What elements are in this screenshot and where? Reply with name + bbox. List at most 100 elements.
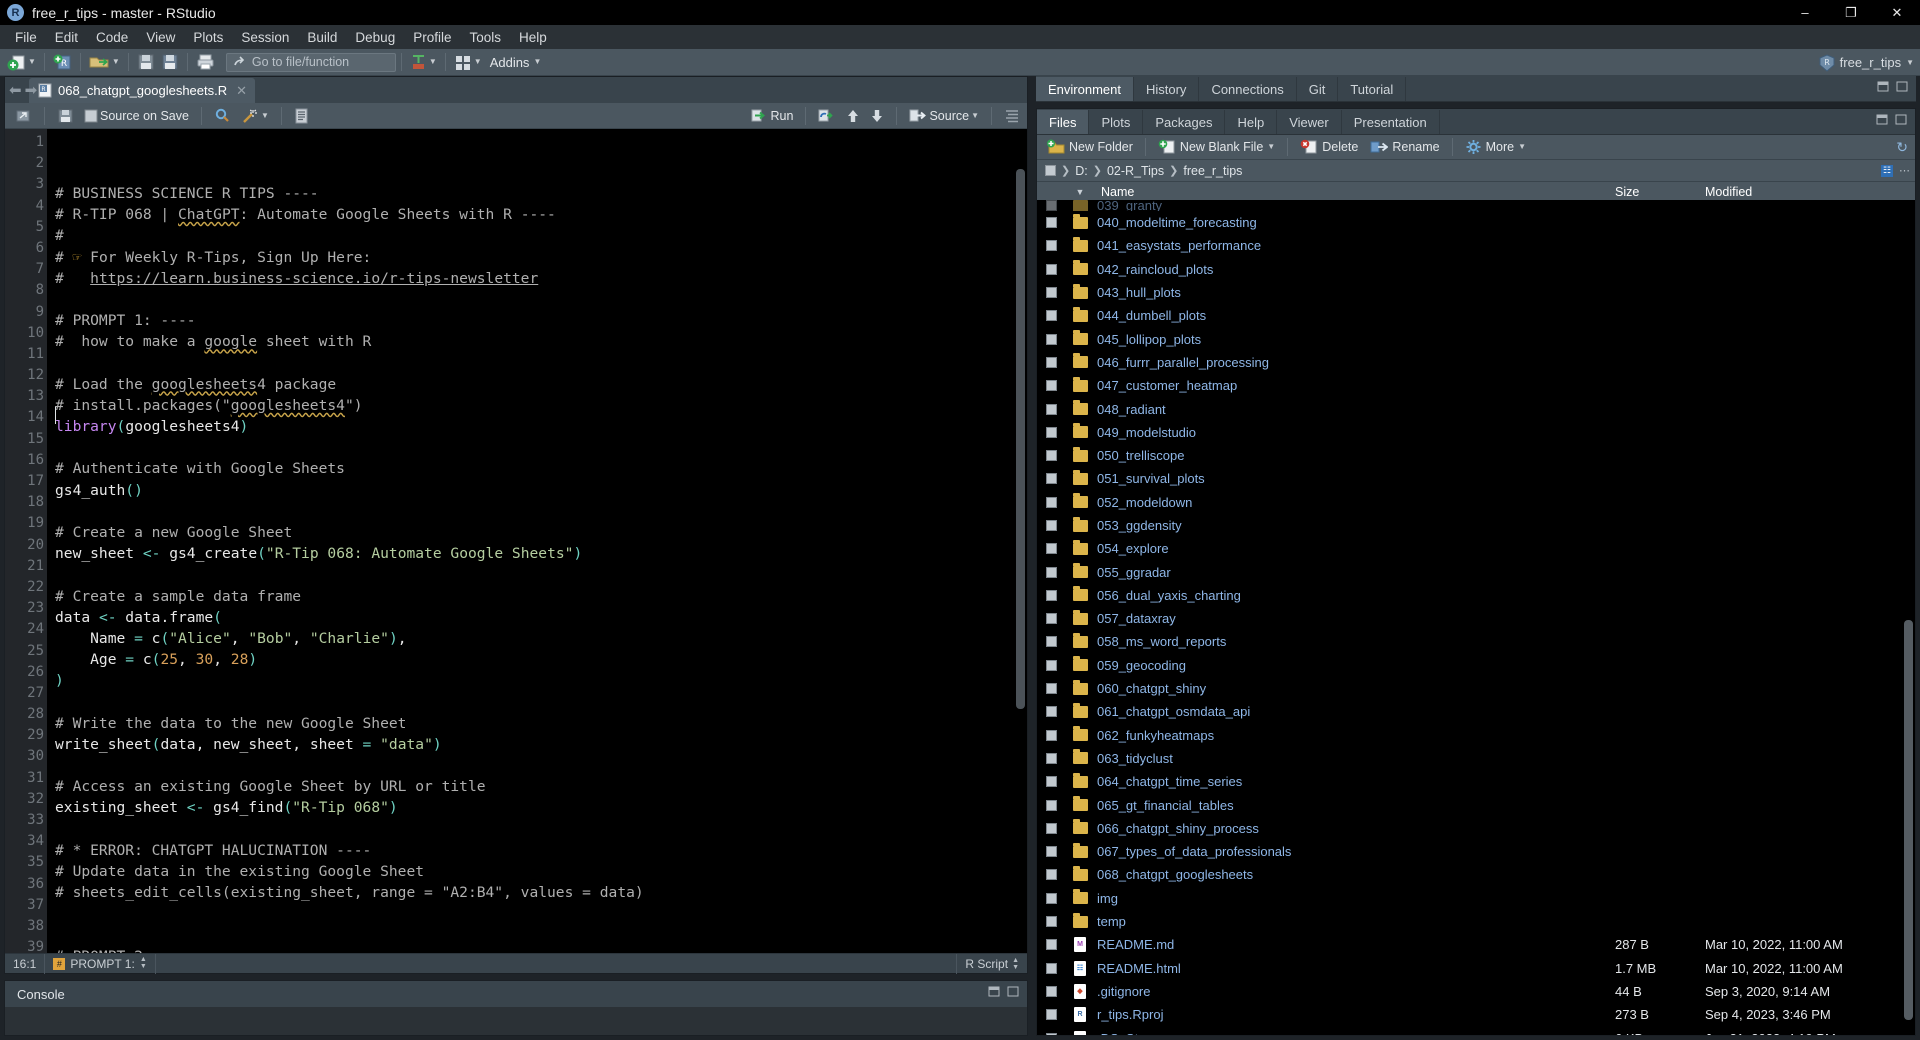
file-row[interactable]: 054_explore [1037,537,1915,560]
file-row[interactable]: 067_types_of_data_professionals [1037,840,1915,863]
code-line[interactable]: # sheets_edit_cells(existing_sheet, rang… [55,882,1027,903]
row-checkbox[interactable] [1037,263,1065,275]
row-checkbox[interactable] [1037,217,1065,229]
file-name[interactable]: 064_chatgpt_time_series [1095,774,1615,789]
code-line[interactable]: # how to make a google sheet with R [55,331,1027,352]
tab-connections[interactable]: Connections [1199,77,1297,101]
file-type-selector[interactable]: R Script ▲ ▼ [956,954,1027,974]
code-line[interactable] [55,437,1027,458]
maximize-pane-icon[interactable] [1006,985,1021,999]
file-row[interactable]: 060_chatgpt_shiny [1037,677,1915,700]
row-checkbox[interactable] [1037,752,1065,764]
file-name[interactable]: 060_chatgpt_shiny [1095,681,1615,696]
chevron-down-icon[interactable]: ▼ [474,58,482,66]
file-row[interactable]: 055_ggradar [1037,560,1915,583]
addins-chevron-down-icon[interactable]: ▼ [533,58,541,66]
editor-code-area[interactable]: # BUSINESS SCIENCE R TIPS ---- # R-TIP 06… [47,129,1027,953]
code-line[interactable]: ) [55,670,1027,691]
tab-tutorial[interactable]: Tutorial [1338,77,1407,101]
file-name[interactable]: 062_funkyheatmaps [1095,728,1615,743]
code-line[interactable]: # R-TIP 068 | ChatGPT: Automate Google S… [55,204,1027,225]
file-row[interactable]: 053_ggdensity [1037,514,1915,537]
minimize-pane-icon[interactable] [1875,113,1890,127]
file-name[interactable]: 055_ggradar [1095,565,1615,580]
row-checkbox[interactable] [1037,869,1065,881]
source-tab-068-chatgpt-googlesheets[interactable]: R 068_chatgpt_googlesheets.R ✕ [29,78,256,103]
menu-session[interactable]: Session [232,27,298,48]
row-checkbox[interactable] [1037,916,1065,928]
files-list[interactable]: 039_granty 040_modeltime_forecasting 041_e… [1037,200,1915,1035]
code-line[interactable] [55,353,1027,374]
file-name[interactable]: 050_trelliscope [1095,448,1615,463]
tab-console[interactable]: Console [5,987,65,1002]
row-checkbox[interactable] [1037,776,1065,788]
tab-help[interactable]: Help [1225,110,1278,134]
file-row[interactable]: 048_radiant [1037,397,1915,420]
file-name[interactable]: temp [1095,914,1615,929]
source-on-save-checkbox[interactable]: Source on Save [81,104,192,127]
menu-build[interactable]: Build [298,27,346,48]
row-checkbox[interactable] [1037,450,1065,462]
file-name[interactable]: 042_raincloud_plots [1095,262,1615,277]
row-checkbox[interactable] [1037,706,1065,718]
tab-git[interactable]: Git [1296,77,1339,101]
rerun-previous-button[interactable] [815,105,839,128]
file-row[interactable]: 041_easystats_performance [1037,234,1915,257]
more-button[interactable]: More ▼ [1461,137,1530,158]
file-row[interactable]: 049_modelstudio [1037,421,1915,444]
delete-button[interactable]: Delete [1296,137,1362,158]
file-name[interactable]: 046_furrr_parallel_processing [1095,355,1615,370]
find-replace-button[interactable] [211,104,234,127]
menu-debug[interactable]: Debug [346,27,404,48]
code-line[interactable]: # BUSINESS SCIENCE R TIPS ---- [55,183,1027,204]
tab-plots[interactable]: Plots [1089,110,1144,134]
minimize-pane-icon[interactable] [987,985,1002,999]
file-name[interactable]: 056_dual_yaxis_charting [1095,588,1615,603]
code-line[interactable]: # PROMPT 2: ---- [55,946,1027,953]
row-checkbox[interactable] [1037,403,1065,415]
file-name[interactable]: 054_explore [1095,541,1615,556]
breadcrumb-drive[interactable]: D: [1075,164,1088,178]
row-checkbox[interactable] [1037,939,1065,951]
file-row[interactable]: 044_dumbell_plots [1037,304,1915,327]
column-modified[interactable]: Modified [1705,185,1915,199]
menu-tools[interactable]: Tools [460,27,510,48]
file-name[interactable]: 053_ggdensity [1095,518,1615,533]
code-line[interactable]: new_sheet <- gs4_create("R-Tip 068: Auto… [55,543,1027,564]
maximize-pane-icon[interactable] [1894,113,1909,127]
new-folder-button[interactable]: New Folder [1042,137,1137,158]
chevron-down-icon[interactable]: ▼ [261,111,269,120]
code-line[interactable] [55,564,1027,585]
file-row[interactable]: 047_customer_heatmap [1037,374,1915,397]
file-name[interactable]: 039_granty [1095,200,1615,211]
document-outline-button[interactable] [1001,105,1023,128]
row-checkbox[interactable] [1037,356,1065,368]
row-checkbox[interactable] [1037,496,1065,508]
go-to-next-chunk-button[interactable] [867,105,887,128]
go-to-previous-chunk-button[interactable] [843,105,863,128]
code-line[interactable]: gs4_auth() [55,480,1027,501]
file-row[interactable]: ◆ .gitignore 44 B Sep 3, 2020, 9:14 AM [1037,980,1915,1003]
file-row[interactable]: img [1037,887,1915,910]
files-vertical-scrollbar[interactable] [1904,620,1913,1020]
file-name[interactable]: 049_modelstudio [1095,425,1615,440]
code-line[interactable]: # Update data in the existing Google She… [55,861,1027,882]
maximize-pane-icon[interactable] [1895,80,1910,94]
file-name[interactable]: 066_chatgpt_shiny_process [1095,821,1615,836]
code-line[interactable]: # Create a sample data frame [55,586,1027,607]
code-line[interactable]: write_sheet(data, new_sheet, sheet = "da… [55,734,1027,755]
file-row[interactable]: 045_lollipop_plots [1037,327,1915,350]
forward-arrow-icon[interactable]: ➡ [25,81,38,99]
save-button[interactable] [134,51,158,74]
file-row[interactable]: 043_hull_plots [1037,281,1915,304]
chevron-down-icon[interactable]: ▼ [1267,143,1275,151]
more-options-icon[interactable]: ⋯ [1899,164,1910,177]
row-checkbox[interactable] [1037,659,1065,671]
file-name[interactable]: 041_easystats_performance [1095,238,1615,253]
row-checkbox[interactable] [1037,566,1065,578]
file-row[interactable]: 063_tidyclust [1037,747,1915,770]
run-button[interactable]: Run [748,105,797,128]
file-type-chevron-icon[interactable]: ▲ ▼ [1012,957,1019,971]
menu-edit[interactable]: Edit [46,27,87,48]
code-line[interactable] [55,289,1027,310]
